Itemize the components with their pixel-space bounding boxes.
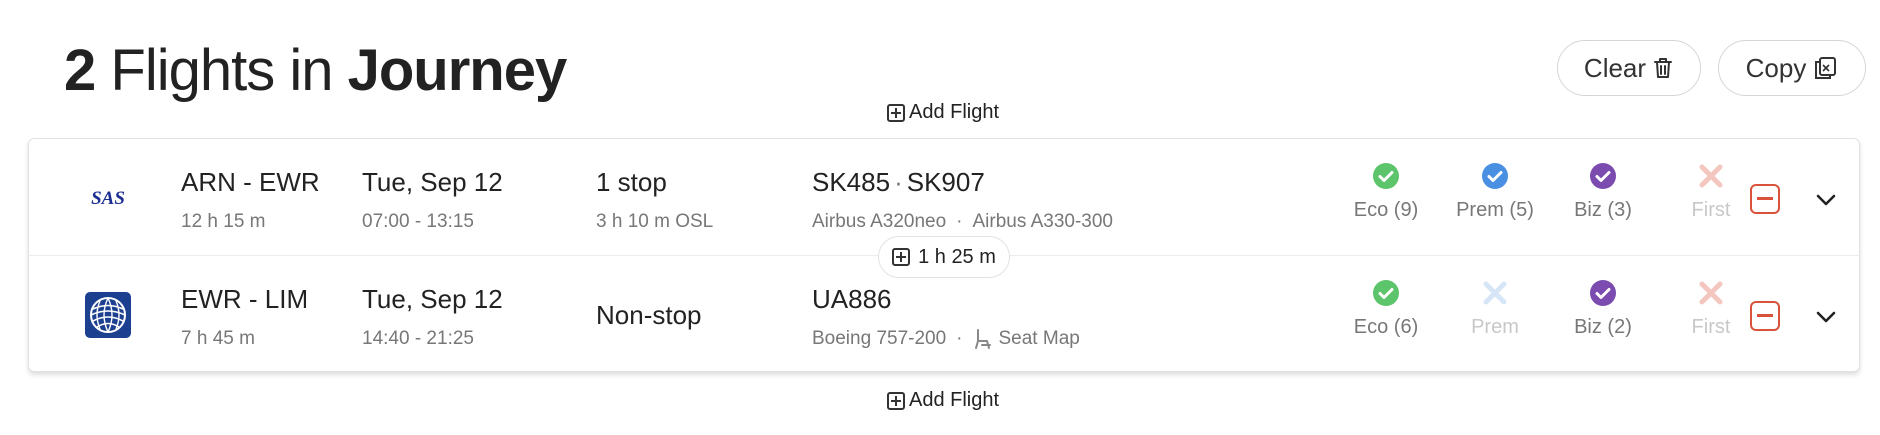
aircraft: Boeing 757-200 (812, 328, 947, 349)
cabin-label: Biz (3) (1574, 199, 1632, 221)
flight-number: UA886 (812, 284, 892, 314)
layover-duration: 1 h 25 m (918, 245, 996, 268)
route: ARN - EWR (181, 167, 320, 197)
plus-square-icon (887, 103, 905, 122)
cabin-premium[interactable]: Prem (5) (1435, 161, 1555, 222)
flight-times: 14:40 - 21:25 (362, 328, 474, 349)
cabin-business[interactable]: Biz (2) (1543, 278, 1663, 339)
page-title: 2 Flights in Journey (64, 36, 568, 106)
cabin-label: Eco (9) (1353, 199, 1419, 221)
cabin-business[interactable]: Biz (3) (1543, 161, 1663, 222)
cabin-economy[interactable]: Eco (6) (1326, 278, 1446, 339)
seat-map-link[interactable]: Seat Map (973, 328, 1080, 350)
flight-date: Tue, Sep 12 (362, 284, 503, 314)
chevron-down-icon[interactable] (1815, 306, 1837, 328)
cabin-economy[interactable]: Eco (9) (1326, 161, 1446, 222)
sas-logo-text: SAS (91, 188, 125, 209)
aircraft-types: Boeing 757-200 · Seat Map (812, 328, 1080, 350)
flight-duration: 12 h 15 m (181, 211, 266, 232)
add-flight-label: Add Flight (909, 101, 1000, 123)
title-middle-text: Flights in (110, 38, 333, 103)
seat-map-label: Seat Map (998, 328, 1080, 349)
sas-logo-mark: SAS (91, 188, 125, 209)
stops: Non-stop (596, 300, 702, 330)
trash-icon (1654, 58, 1673, 78)
add-flight-layover-button[interactable]: 1 h 25 m (878, 236, 1010, 278)
flight-numbers: SK485 · SK907 (812, 167, 985, 197)
clear-button[interactable]: Clear (1557, 40, 1701, 96)
clear-button-label: Clear (1583, 52, 1647, 83)
copy-icon (1815, 57, 1837, 79)
flight-count: 2 (64, 38, 96, 103)
cabin-label: Prem (1471, 316, 1519, 338)
copy-button-label: Copy (1745, 52, 1807, 83)
remove-flight-button[interactable] (1750, 301, 1780, 331)
aircraft: Airbus A330-300 (972, 211, 1114, 232)
remove-flight-button[interactable] (1750, 184, 1780, 214)
united-logo (83, 290, 133, 340)
aircraft-types: Airbus A320neo · Airbus A330-300 (812, 211, 1114, 232)
add-flight-label: Add Flight (909, 389, 1000, 411)
layover-info: 3 h 10 m OSL (596, 211, 714, 232)
chevron-down-icon[interactable] (1815, 189, 1837, 211)
title-journey: Journey (347, 38, 568, 103)
flight-date: Tue, Sep 12 (362, 167, 503, 197)
stops: 1 stop (596, 167, 667, 197)
sas-logo: SAS (83, 173, 133, 223)
flight-number: SK485 (812, 167, 891, 197)
check-circle-icon (1373, 280, 1399, 306)
cabin-premium[interactable]: Prem (1435, 278, 1555, 339)
flight-duration: 7 h 45 m (181, 328, 255, 349)
plus-square-icon (887, 391, 905, 410)
plus-square-icon (892, 248, 911, 266)
cabin-label: Eco (6) (1353, 316, 1419, 338)
x-icon (1699, 164, 1723, 188)
flight-times: 07:00 - 13:15 (362, 211, 474, 232)
cabin-label: Prem (5) (1456, 199, 1534, 221)
copy-button[interactable]: Copy (1718, 40, 1866, 96)
route: EWR - LIM (181, 284, 309, 314)
seat-icon (974, 329, 991, 349)
flight-number: SK907 (906, 167, 985, 197)
united-globe-icon (85, 292, 131, 338)
x-icon (1699, 281, 1723, 305)
add-flight-bottom-button[interactable]: Add Flight (887, 389, 999, 412)
cabin-label: Biz (2) (1574, 316, 1632, 338)
check-circle-icon (1482, 163, 1508, 189)
flight-numbers: UA886 (812, 284, 892, 315)
check-circle-icon (1590, 163, 1616, 189)
aircraft: Airbus A320neo (812, 211, 947, 232)
x-icon (1483, 281, 1507, 305)
check-circle-icon (1590, 280, 1616, 306)
add-flight-top-button[interactable]: Add Flight (887, 101, 999, 124)
check-circle-icon (1373, 163, 1399, 189)
